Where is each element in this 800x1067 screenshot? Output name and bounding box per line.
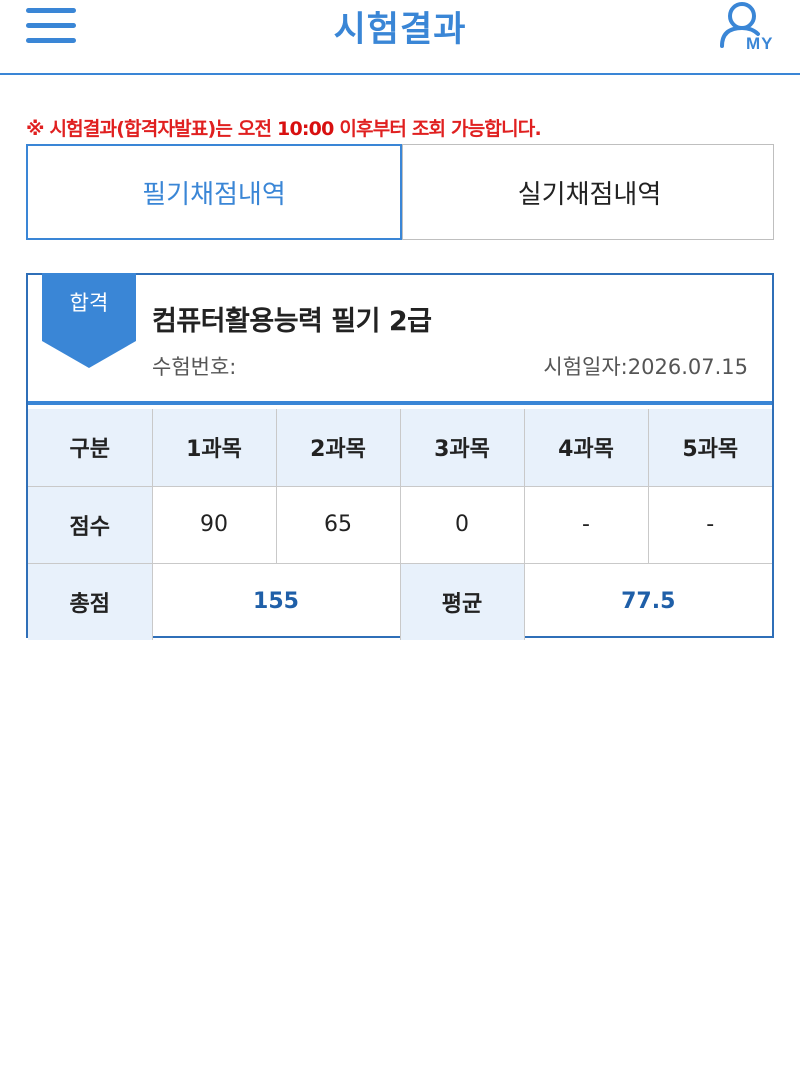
- exam-number-label: 수험번호:: [152, 355, 237, 379]
- score-row-label: 점수: [28, 485, 153, 564]
- score-cell: 65: [275, 485, 401, 564]
- exam-name: 컴퓨터활용능력 필기 2급: [152, 306, 432, 337]
- pass-status: 합격: [69, 291, 109, 315]
- result-card: 합격 컴퓨터활용능력 필기 2급 수험번호: 시험일자:2026.07.15 구…: [26, 273, 774, 640]
- score-table: 구분 1과목 2과목 3과목 4과목 5과목 점수 90 65 0 - - 총점…: [28, 409, 772, 640]
- result-card-header: 합격 컴퓨터활용능력 필기 2급 수험번호: 시험일자:2026.07.15: [28, 273, 772, 405]
- table-header-cell: 구분: [28, 409, 153, 487]
- table-header-cell: 5과목: [647, 409, 772, 487]
- notice-text: ※ 시험결과(합격자발표)는 오전 10:00 이후부터 조회 가능합니다.: [26, 118, 542, 140]
- result-tabs: 필기채점내역 실기채점내역: [26, 144, 774, 240]
- table-header-cell: 4과목: [523, 409, 649, 487]
- score-cell: -: [523, 485, 649, 564]
- page-title: 시험결과: [333, 10, 467, 50]
- table-header-row: 구분 1과목 2과목 3과목 4과목 5과목: [28, 409, 772, 487]
- total-label: 총점: [28, 562, 153, 640]
- exam-date: 시험일자:2026.07.15: [543, 355, 748, 379]
- tab-practical-scoring[interactable]: 실기채점내역: [402, 145, 776, 239]
- pass-badge: 합격: [42, 273, 136, 368]
- average-value: 77.5: [523, 562, 772, 640]
- app-header: 시험결과 MY: [0, 0, 800, 75]
- table-header-cell: 2과목: [275, 409, 401, 487]
- average-label: 평균: [399, 562, 525, 640]
- total-value: 155: [151, 562, 401, 640]
- score-cell: -: [647, 485, 772, 564]
- table-row: 점수 90 65 0 - -: [28, 485, 772, 564]
- score-cell: 90: [151, 485, 277, 564]
- table-header-cell: 1과목: [151, 409, 277, 487]
- my-label: MY: [746, 34, 774, 53]
- score-cell: 0: [399, 485, 525, 564]
- my-page-button[interactable]: MY: [716, 0, 782, 56]
- tab-written-scoring[interactable]: 필기채점내역: [26, 144, 402, 240]
- table-row: 총점 155 평균 77.5: [28, 562, 772, 640]
- table-header-cell: 3과목: [399, 409, 525, 487]
